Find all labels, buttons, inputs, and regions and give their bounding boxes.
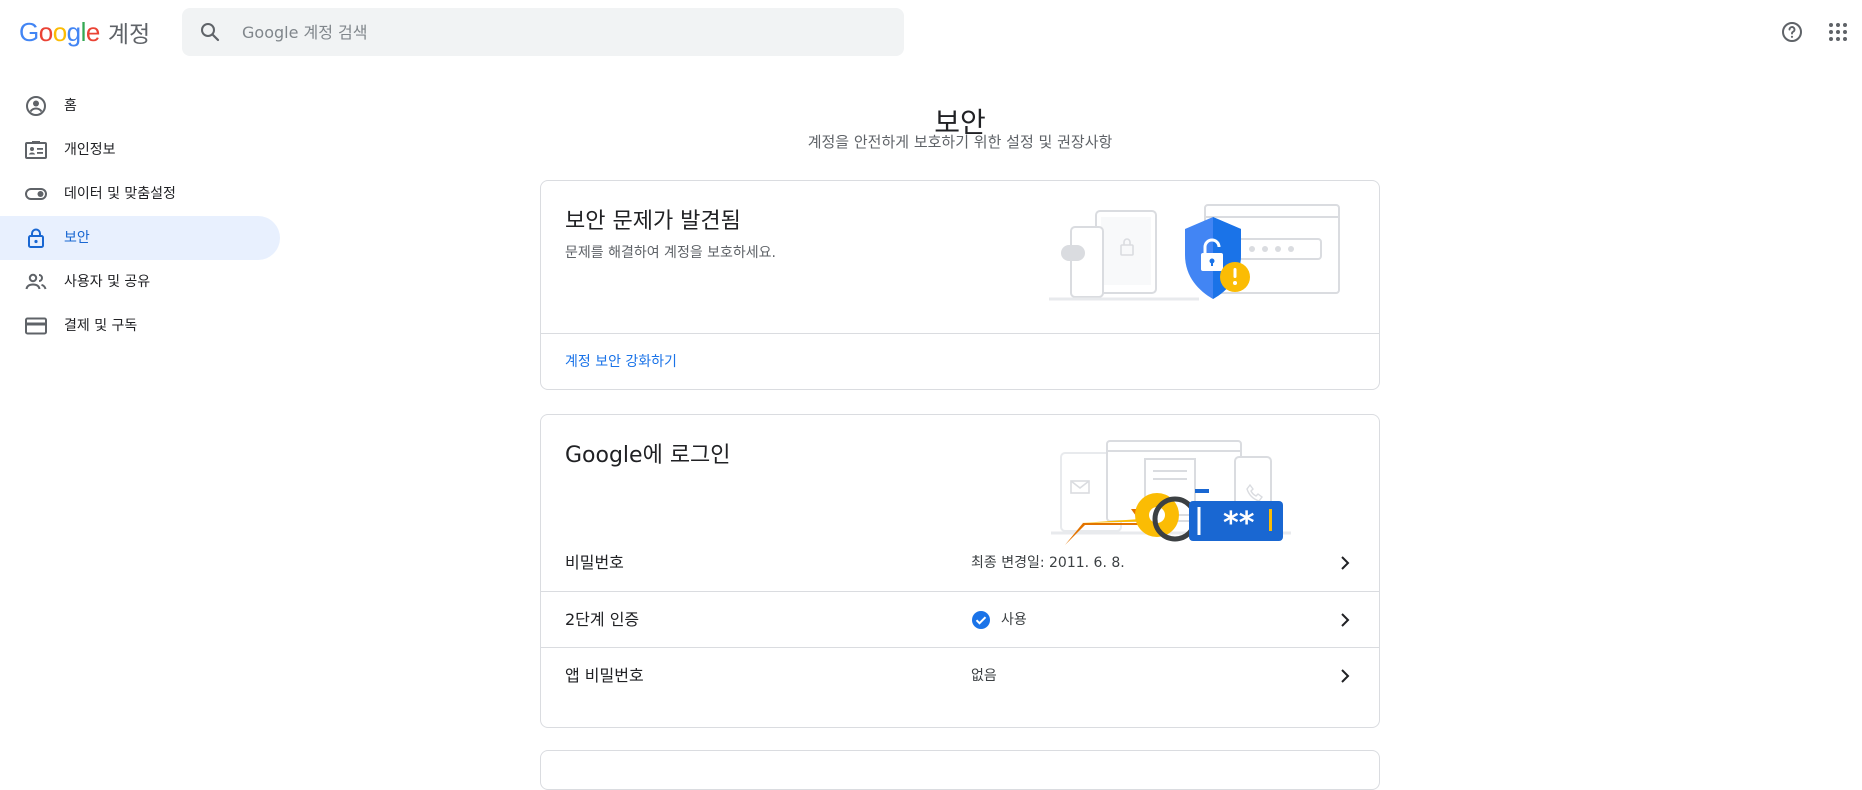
check-circle-icon	[972, 611, 990, 629]
card-title: Google에 로그인	[565, 443, 731, 468]
sidebar-item-label: 결제 및 구독	[64, 318, 138, 334]
chevron-right-icon	[1341, 556, 1350, 570]
secure-account-link[interactable]: 계정 보안 강화하기	[565, 351, 677, 371]
google-logo-text: Google	[19, 16, 100, 47]
sidebar-item-home[interactable]: 홈	[0, 84, 280, 128]
sidebar-item-payments-subscriptions[interactable]: 결제 및 구독	[0, 304, 280, 348]
card-description: 문제를 해결하여 계정을 보호하세요.	[565, 245, 776, 261]
product-name: 계정	[107, 22, 151, 48]
sidebar-item-label: 개인정보	[64, 142, 116, 158]
lock-icon	[28, 228, 44, 248]
sidebar-item-data-personalization[interactable]: 데이터 및 맞춤설정	[0, 172, 280, 216]
google-account-logo[interactable]: Google 계정	[19, 14, 150, 50]
top-bar: Google 계정	[0, 0, 1862, 64]
two-step-verification-row[interactable]: 2단계 인증 사용	[541, 591, 1379, 647]
search-icon[interactable]	[198, 20, 222, 44]
help-icon	[1782, 22, 1802, 42]
next-card-partial	[540, 750, 1380, 790]
sidebar-nav: 홈 개인정보 데이터 및 맞춤설정 보안 사용자 및 공유 결제 및 구독	[0, 84, 290, 348]
sidebar-item-label: 데이터 및 맞춤설정	[64, 186, 176, 202]
chevron-right-icon	[1341, 613, 1350, 627]
row-label: 앱 비밀번호	[565, 666, 644, 685]
toggle-icon	[25, 188, 47, 200]
security-shield-illustration	[1049, 204, 1340, 301]
credit-card-icon	[25, 317, 47, 335]
row-value: 최종 변경일: 2011. 6. 8.	[971, 535, 1125, 591]
search-box[interactable]	[182, 8, 904, 56]
sidebar-item-security[interactable]: 보안	[0, 216, 280, 260]
people-icon	[25, 273, 47, 290]
row-value: 없음	[971, 648, 997, 704]
card-title: 보안 문제가 발견됨	[565, 209, 741, 234]
row-label: 2단계 인증	[565, 610, 640, 629]
signin-google-card: Google에 로그인 ** 비밀번호 최종 변경일: 2011. 6. 8.	[540, 414, 1380, 728]
security-issues-card: 보안 문제가 발견됨 문제를 해결하여 계정을 보호하세요. 계정 보안 강화하…	[540, 180, 1380, 390]
row-label: 비밀번호	[565, 553, 624, 572]
two-step-status: 사용	[1001, 612, 1027, 628]
card-divider	[541, 333, 1379, 334]
page-subtitle: 계정을 안전하게 보호하기 위한 설정 및 권장사항	[807, 133, 1113, 151]
app-passwords-row[interactable]: 앱 비밀번호 없음	[541, 647, 1379, 703]
password-last-changed: 최종 변경일: 2011. 6. 8.	[971, 555, 1125, 571]
sidebar-item-label: 사용자 및 공유	[64, 274, 151, 290]
app-passwords-count: 없음	[971, 668, 997, 684]
google-apps-button[interactable]	[1822, 16, 1854, 48]
id-card-icon	[25, 141, 47, 159]
sidebar-item-label: 홈	[64, 98, 77, 114]
help-button[interactable]	[1776, 16, 1808, 48]
search-input[interactable]	[240, 8, 880, 56]
apps-grid-icon	[1829, 23, 1847, 41]
sidebar-item-personal-info[interactable]: 개인정보	[0, 128, 280, 172]
chevron-right-icon	[1341, 669, 1350, 683]
sidebar-item-label: 보안	[64, 230, 90, 246]
sidebar-item-people-sharing[interactable]: 사용자 및 공유	[0, 260, 280, 304]
account-circle-icon	[26, 96, 46, 116]
row-value: 사용	[971, 592, 1027, 648]
password-row[interactable]: 비밀번호 최종 변경일: 2011. 6. 8.	[541, 535, 1379, 591]
